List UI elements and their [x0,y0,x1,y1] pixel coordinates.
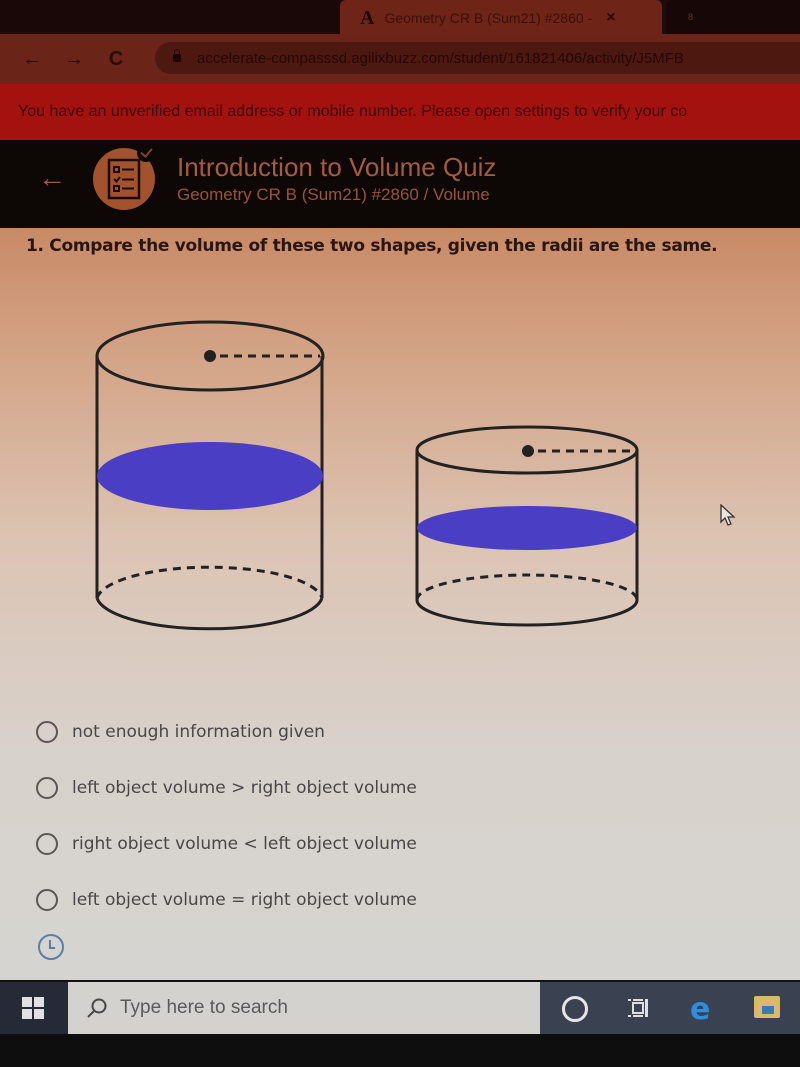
browser-toolbar: ← → C accelerate-compasssd.agilixbuzz.co… [0,34,800,84]
browser-tab-strip: A Geometry CR B (Sum21) #2860 - × 8 [0,0,800,40]
address-bar[interactable]: accelerate-compasssd.agilixbuzz.com/stud… [155,42,800,74]
browser-tab-active[interactable]: A Geometry CR B (Sum21) #2860 - × [340,0,662,36]
task-view-icon[interactable] [626,996,650,1020]
cylinders-figure [95,320,639,631]
right-cylinder [415,425,639,627]
answer-options: not enough information given left object… [36,704,417,928]
banner-text[interactable]: You have an unverified email address or … [18,103,687,121]
quiz-title: Introduction to Volume Quiz [177,152,497,182]
tab-close-icon[interactable]: × [606,9,615,27]
forward-arrow-icon[interactable]: → [64,48,84,71]
quiz-header: ← Introduction to Volume Quiz Geometry C… [0,140,800,228]
left-cylinder-fill-level [97,442,323,510]
answer-option[interactable]: left object volume > right object volume [36,760,417,816]
question-text: 1. Compare the volume of these two shape… [26,236,718,256]
url-text[interactable]: accelerate-compasssd.agilixbuzz.com/stud… [197,50,684,67]
lock-icon [173,49,181,62]
clock-icon[interactable] [38,934,64,960]
right-cylinder-center-dot [522,445,534,457]
start-button[interactable] [0,982,68,1034]
cortana-icon[interactable] [562,996,588,1022]
screen-bezel [0,1034,800,1067]
search-icon [87,998,107,1018]
left-cylinder-center-dot [204,350,216,362]
option-label[interactable]: not enough information given [72,722,325,742]
tab-badge: 8 [688,12,694,22]
answer-option[interactable]: left object volume = right object volume [36,872,417,928]
radio-button[interactable] [36,833,58,855]
option-label[interactable]: left object volume = right object volume [72,890,417,910]
answer-option[interactable]: right object volume < left object volume [36,816,417,872]
right-cylinder-fill-level [417,506,637,550]
edge-icon[interactable]: e [690,992,710,1027]
radio-button[interactable] [36,777,58,799]
quiz-breadcrumb[interactable]: Geometry CR B (Sum21) #2860 / Volume [177,185,490,205]
question-panel: 1. Compare the volume of these two shape… [0,228,800,980]
left-cylinder [95,320,325,631]
option-label[interactable]: left object volume > right object volume [72,778,417,798]
back-arrow-icon[interactable]: ← [22,48,42,71]
mouse-cursor-icon [720,504,736,526]
browser-tab-previous[interactable] [0,0,340,32]
file-explorer-icon[interactable] [754,996,780,1018]
windows-logo-icon [22,997,44,1019]
unverified-email-banner: You have an unverified email address or … [0,84,800,140]
search-placeholder[interactable]: Type here to search [120,997,288,1019]
taskbar-pinned-apps: e [540,982,800,1034]
quiz-checklist-icon [93,144,155,210]
windows-taskbar: Type here to search e [0,982,800,1034]
answer-option[interactable]: not enough information given [36,704,417,760]
taskbar-search-box[interactable]: Type here to search [68,982,540,1034]
checkmark-icon [137,144,155,162]
back-arrow-icon[interactable]: ← [38,162,66,194]
radio-button[interactable] [36,889,58,911]
radio-button[interactable] [36,721,58,743]
option-label[interactable]: right object volume < left object volume [72,834,417,854]
reload-icon[interactable]: C [106,48,126,71]
tab-favicon-icon: A [360,6,375,29]
tab-title: Geometry CR B (Sum21) #2860 - [384,10,593,26]
